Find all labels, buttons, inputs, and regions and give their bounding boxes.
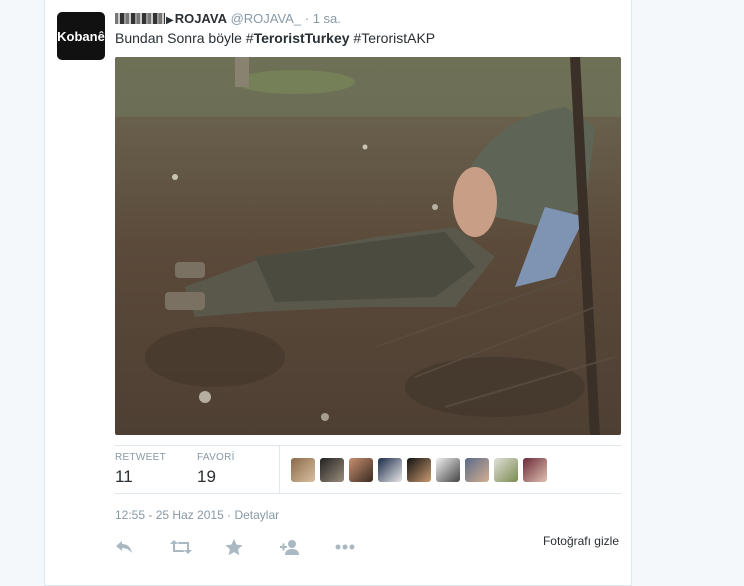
tweet-text-body: Bundan Sonra böyle: [115, 30, 242, 46]
favoriter-avatar[interactable]: [349, 458, 373, 482]
photo-outdoor-scene-icon: [115, 57, 621, 435]
header-separator: ·: [304, 11, 310, 26]
favorite-star-icon: [225, 538, 243, 555]
user-name[interactable]: ROJAVA: [175, 11, 227, 26]
more-button[interactable]: [335, 538, 390, 556]
tweet-time[interactable]: 1 sa.: [313, 11, 341, 26]
avatar-label: Kobanê: [57, 28, 105, 44]
favoriter-avatar[interactable]: [320, 458, 344, 482]
favoriter-avatar[interactable]: [523, 458, 547, 482]
play-icon: ▶: [166, 15, 174, 26]
retweet-button[interactable]: [170, 538, 225, 556]
timestamp-separator: ·: [227, 508, 232, 522]
name-emoji-prefix: [115, 13, 165, 24]
tweet-timestamp: 12:55 - 25 Haz 2015 · Detaylar: [115, 508, 279, 522]
tweet-text: Bundan Sonra böyle #TeroristTurkey #Tero…: [115, 30, 435, 46]
favorite-button[interactable]: [225, 538, 280, 556]
favoriter-avatar[interactable]: [407, 458, 431, 482]
tweet-header: ▶ROJAVA @ROJAVA_ · 1 sa.: [115, 11, 341, 26]
favorite-stat[interactable]: FAVORİ 19: [197, 452, 235, 487]
tweet-photo[interactable]: [115, 57, 621, 435]
retweet-count: 11: [115, 467, 133, 486]
tweet-stats: RETWEET 11 FAVORİ 19: [115, 445, 621, 494]
reply-button[interactable]: [115, 538, 170, 556]
retweet-label: RETWEET: [115, 452, 166, 463]
favoriter-avatar[interactable]: [291, 458, 315, 482]
reply-icon: [116, 541, 132, 553]
retweet-stat[interactable]: RETWEET 11: [115, 452, 166, 487]
stats-divider: [279, 446, 280, 493]
follow-user-icon: [280, 539, 299, 555]
tweet-card: Kobanê ▶ROJAVA @ROJAVA_ · 1 sa. Bundan S…: [44, 0, 632, 586]
favoriter-avatar[interactable]: [436, 458, 460, 482]
details-link[interactable]: Detaylar: [234, 508, 279, 522]
tweet-actions: [115, 538, 390, 556]
follow-button[interactable]: [280, 538, 335, 556]
tweet-date[interactable]: 12:55 - 25 Haz 2015: [115, 508, 224, 522]
favoriter-avatars: [291, 458, 547, 482]
hashtag-teroristturkey[interactable]: #TeroristTurkey: [246, 30, 350, 46]
favorite-count: 19: [197, 467, 216, 486]
favoriter-avatar[interactable]: [465, 458, 489, 482]
favoriter-avatar[interactable]: [494, 458, 518, 482]
favoriter-avatar[interactable]: [378, 458, 402, 482]
retweet-icon: [170, 540, 192, 554]
hashtag-teroristakp[interactable]: #TeroristAKP: [353, 30, 435, 46]
user-avatar[interactable]: Kobanê: [57, 12, 105, 60]
more-dots-icon: [335, 544, 355, 550]
hide-photo-link[interactable]: Fotoğrafı gizle: [543, 534, 619, 548]
user-handle[interactable]: @ROJAVA_: [231, 11, 302, 26]
favorite-label: FAVORİ: [197, 452, 235, 463]
